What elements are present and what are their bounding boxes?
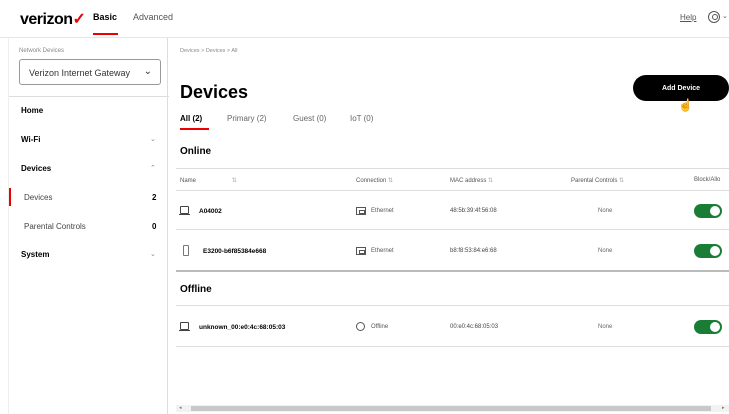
divider <box>176 270 729 272</box>
ethernet-icon <box>356 207 366 215</box>
column-header-block-allow: Block/Allo <box>694 177 721 183</box>
column-header-name[interactable]: Name ⇅ <box>180 177 237 184</box>
laptop-icon <box>179 206 190 215</box>
help-link[interactable]: Help <box>680 13 696 22</box>
scroll-left-arrow-icon[interactable]: ◂ <box>179 405 182 411</box>
tab-primary[interactable]: Primary (2) <box>227 114 267 123</box>
chevron-down-icon[interactable]: ⌄ <box>722 12 728 20</box>
device-connection: Ethernet <box>371 248 394 254</box>
active-item-indicator <box>9 188 11 206</box>
scrollbar-thumb[interactable] <box>191 406 711 411</box>
breadcrumb[interactable]: Devices > Devices > All <box>180 48 237 54</box>
chevron-down-icon[interactable]: ⌄ <box>150 135 156 143</box>
scroll-right-arrow-icon[interactable]: ▸ <box>722 405 725 411</box>
ethernet-icon <box>356 247 366 255</box>
divider <box>9 96 169 97</box>
laptop-icon <box>179 322 190 331</box>
parental-controls-count: 0 <box>152 222 157 231</box>
divider <box>176 305 729 306</box>
network-devices-label: Network Devices <box>19 48 65 54</box>
column-header-connection[interactable]: Connection ⇅ <box>356 177 393 184</box>
selected-device-value: Verizon Internet Gateway <box>29 68 131 78</box>
mobile-device-icon <box>183 245 189 256</box>
offline-icon <box>356 322 365 331</box>
divider <box>176 190 729 191</box>
devices-count: 2 <box>152 193 157 202</box>
column-header-parental-controls[interactable]: Parental Controls ⇅ <box>571 177 624 184</box>
logo-check-mark: ✓ <box>72 11 86 28</box>
sidebar: Network Devices Verizon Internet Gateway… <box>8 38 169 414</box>
sidebar-item-devices[interactable]: Devices <box>21 164 51 173</box>
divider <box>176 168 729 169</box>
tab-iot[interactable]: IoT (0) <box>350 114 373 123</box>
device-parental-controls: None <box>598 248 613 254</box>
verizon-logo[interactable]: verizon✓ <box>20 9 86 29</box>
device-name[interactable]: A04002 <box>199 208 222 215</box>
active-tab-underline <box>180 128 209 130</box>
divider <box>176 346 729 347</box>
chevron-down-icon: ⌄ <box>143 66 152 77</box>
divider <box>176 229 729 230</box>
logo-text: verizon <box>20 11 73 28</box>
tab-guest[interactable]: Guest (0) <box>293 114 326 123</box>
page-title: Devices <box>180 82 249 102</box>
nav-advanced[interactable]: Advanced <box>133 12 173 22</box>
device-connection: Ethernet <box>371 208 394 214</box>
nav-basic[interactable]: Basic <box>93 12 117 22</box>
chevron-up-icon[interactable]: ⌃ <box>150 164 156 172</box>
sidebar-subitem-devices[interactable]: Devices <box>24 193 52 202</box>
device-name[interactable]: E3200-b6f85384e668 <box>203 248 266 255</box>
offline-heading: Offline <box>180 284 212 295</box>
sidebar-item-wifi[interactable]: Wi-Fi <box>21 135 40 144</box>
column-header-mac-address[interactable]: MAC address ⇅ <box>450 177 493 184</box>
sidebar-subitem-parental-controls[interactable]: Parental Controls <box>24 222 86 231</box>
block-allow-toggle[interactable] <box>694 204 722 218</box>
block-allow-toggle[interactable] <box>694 320 722 334</box>
device-mac: 00:e0:4c:68:05:03 <box>450 324 499 330</box>
device-parental-controls: None <box>598 208 613 214</box>
top-nav-bar: verizon✓ Basic Advanced Help ⌄ <box>0 0 729 38</box>
network-device-select[interactable]: Verizon Internet Gateway ⌄ <box>19 59 161 85</box>
hand-cursor-icon: ☝ <box>678 98 693 112</box>
sidebar-item-home[interactable]: Home <box>21 106 43 115</box>
device-mac: b8:f8:53:84:e6:68 <box>450 248 497 254</box>
device-parental-controls: None <box>598 324 613 330</box>
device-mac: 48:5b:39:4f:56:08 <box>450 208 497 214</box>
tab-all[interactable]: All (2) <box>180 114 202 123</box>
online-heading: Online <box>180 146 212 157</box>
chevron-down-icon[interactable]: ⌄ <box>150 250 156 258</box>
block-allow-toggle[interactable] <box>694 244 722 258</box>
active-nav-underline <box>93 33 118 35</box>
sidebar-item-system[interactable]: System <box>21 250 49 259</box>
device-name[interactable]: unknown_00:e0:4c:68:05:03 <box>199 324 285 331</box>
user-account-icon[interactable] <box>708 11 720 23</box>
device-connection: Offline <box>371 324 389 330</box>
